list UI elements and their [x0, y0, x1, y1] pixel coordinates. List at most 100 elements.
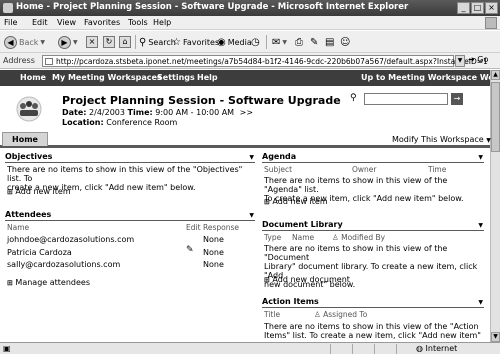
agenda-title: Agenda	[262, 152, 297, 161]
status-bar: ▣ ◍ Internet	[0, 342, 500, 354]
edit-page-button[interactable]: ✎	[310, 34, 318, 50]
nav-up-to-workspace[interactable]: Up to Meeting Workspace Web	[361, 73, 500, 82]
vertical-scrollbar[interactable]: ▲ ▼	[490, 70, 500, 342]
menu-view[interactable]: View	[57, 18, 76, 27]
col-assigned-to[interactable]: ♙ Assigned To	[314, 310, 367, 319]
col-name[interactable]: Name	[292, 233, 314, 242]
stop-button[interactable]: ×	[86, 34, 98, 50]
meeting-date-time: Date: 2/4/2003 Time: 9:00 AM - 10:00 AM …	[62, 108, 253, 117]
toolbar-divider	[266, 35, 267, 49]
scroll-down-arrow-icon[interactable]: ▼	[491, 332, 500, 342]
back-dropdown-icon: ▼	[40, 38, 46, 46]
nav-home[interactable]: Home	[20, 73, 46, 82]
menu-edit[interactable]: Edit	[32, 18, 48, 27]
col-type[interactable]: Type	[264, 233, 281, 242]
nav-help[interactable]: Help	[197, 73, 218, 82]
objectives-add-label: Add new item	[15, 187, 71, 196]
manage-attendees-link[interactable]: ⊞ Manage attendees	[7, 278, 90, 288]
col-edit[interactable]: Edit	[186, 223, 201, 232]
go-button[interactable]: ➜ Go	[468, 55, 488, 64]
nav-my-meeting-workspaces[interactable]: My Meeting Workspaces	[52, 73, 162, 82]
back-arrow-icon: ◀	[4, 35, 17, 49]
attendees-title: Attendees	[5, 210, 52, 219]
col-owner[interactable]: Owner	[352, 165, 377, 174]
site-search: ⚲ →	[350, 93, 468, 105]
col-response[interactable]: Response	[203, 223, 239, 232]
menu-bar: File Edit View Favorites Tools Help	[0, 16, 500, 30]
location-label: Location:	[62, 118, 104, 127]
add-new-document-link[interactable]: ⊞ Add new document	[264, 275, 350, 285]
search-go-button[interactable]: →	[451, 93, 463, 105]
add-icon: ⊞	[7, 188, 13, 196]
agenda-add-item[interactable]: ⊞ Add new item	[264, 197, 328, 207]
media-button[interactable]: ◉ Media	[217, 34, 252, 50]
objectives-empty-line1: There are no items to show in this view …	[7, 165, 243, 183]
history-button[interactable]: ◷	[251, 34, 260, 50]
messenger-button[interactable]: ☺	[340, 34, 350, 50]
favorites-label: Favorites	[182, 37, 220, 47]
home-icon: ⌂	[119, 36, 131, 48]
address-input[interactable]: http://pcardoza.stsbeta.iponet.net/meeti…	[42, 55, 488, 67]
attendee-name[interactable]: sally@cardozasolutions.com	[7, 260, 120, 269]
col-subject[interactable]: Subject	[264, 165, 292, 174]
web-part-menu-icon[interactable]: ▼	[249, 212, 254, 219]
status-divider	[374, 344, 375, 354]
back-button[interactable]: ◀ Back ▼	[4, 34, 45, 50]
close-button[interactable]: ×	[485, 2, 498, 14]
address-dropdown-icon[interactable]: ▼	[455, 55, 465, 67]
add-icon: ⊞	[7, 279, 13, 287]
actions-empty-line2: Items" list. To create a new item, click…	[264, 331, 481, 340]
home-button[interactable]: ⌂	[119, 34, 131, 50]
attendees-web-part: Attendees ▼ Name Edit Response johndoe@c…	[5, 210, 255, 290]
maximize-button[interactable]: □	[471, 2, 484, 14]
back-label: Back	[19, 37, 39, 47]
mail-icon: ✉	[272, 36, 281, 48]
mail-button[interactable]: ✉ ▼	[272, 34, 287, 50]
refresh-button[interactable]: ↻	[103, 34, 115, 50]
search-button[interactable]: ⚲ Search	[139, 34, 176, 50]
library-empty-line1: There are no items to show in this view …	[264, 244, 448, 262]
menu-favorites[interactable]: Favorites	[84, 18, 120, 27]
web-part-menu-icon[interactable]: ▼	[249, 154, 254, 161]
nav-settings[interactable]: Settings	[157, 73, 195, 82]
menu-help[interactable]: Help	[153, 18, 171, 27]
document-library-header: Document Library ▼	[262, 220, 484, 231]
messenger-icon: ☺	[340, 36, 351, 48]
attendees-header: Attendees ▼	[5, 210, 255, 221]
location-value: Conference Room	[106, 118, 178, 127]
star-icon: ☆	[172, 36, 181, 48]
tab-home[interactable]: Home	[2, 132, 48, 146]
attendee-response: None	[203, 235, 224, 244]
action-items-header: Action Items ▼	[262, 297, 484, 308]
menu-file[interactable]: File	[4, 18, 17, 27]
more-details-link[interactable]: >>	[240, 108, 253, 117]
discuss-button[interactable]: ▤	[325, 34, 334, 50]
scroll-thumb[interactable]	[491, 82, 500, 152]
col-time[interactable]: Time	[428, 165, 446, 174]
col-name[interactable]: Name	[7, 223, 29, 232]
favorites-button[interactable]: ☆ Favorites	[172, 34, 219, 50]
person-icon: ♙	[332, 233, 339, 242]
menu-tools[interactable]: Tools	[128, 18, 148, 27]
edit-icon[interactable]: ✎	[186, 246, 194, 255]
person-icon: ♙	[314, 310, 321, 319]
minimize-button[interactable]: _	[457, 2, 470, 14]
forward-button[interactable]: ▶ ▼	[58, 34, 78, 50]
agenda-web-part: Agenda ▼ Subject Owner Time There are no…	[262, 152, 484, 208]
attendee-response: None	[203, 248, 224, 257]
web-part-menu-icon[interactable]: ▼	[478, 222, 483, 229]
web-part-menu-icon[interactable]: ▼	[478, 299, 483, 306]
col-modified-by[interactable]: ♙ Modified By	[332, 233, 385, 242]
attendee-name[interactable]: johndoe@cardozasolutions.com	[7, 235, 134, 244]
scroll-up-arrow-icon[interactable]: ▲	[491, 70, 500, 80]
security-zone-label: Internet	[425, 344, 458, 353]
web-part-menu-icon[interactable]: ▼	[478, 154, 483, 161]
attendee-name[interactable]: Patricia Cardoza	[7, 248, 72, 257]
print-icon: ⎙	[295, 36, 303, 48]
print-button[interactable]: ⎙	[295, 34, 303, 50]
time-label: Time:	[127, 108, 153, 117]
col-title[interactable]: Title	[264, 310, 280, 319]
modify-workspace-menu[interactable]: Modify This Workspace ▼	[392, 135, 491, 144]
search-input[interactable]	[364, 93, 448, 105]
objectives-add-item[interactable]: ⊞ Add new item	[7, 187, 71, 197]
